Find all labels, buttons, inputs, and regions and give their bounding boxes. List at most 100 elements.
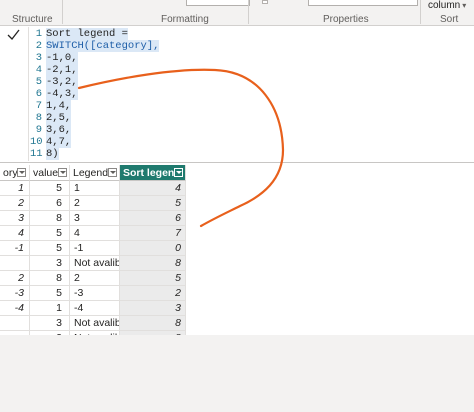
cell-category[interactable] <box>0 256 30 271</box>
formula-text: -2,1, <box>46 64 78 76</box>
line-number: 7 <box>35 100 42 112</box>
ribbon-format-dropdown[interactable] <box>186 0 250 6</box>
cell-category[interactable]: 3 <box>0 211 30 226</box>
cell-category[interactable]: -3 <box>0 286 30 301</box>
cell-legend[interactable]: 1 <box>70 181 120 196</box>
table-row: 2625 <box>0 196 186 211</box>
column-header-label: ory <box>3 167 18 179</box>
line-number: 10 <box>30 136 43 148</box>
table-row: -3 5 -3 2 <box>0 286 186 301</box>
line-number: 6 <box>35 88 42 100</box>
cell-legend[interactable]: Not avalible <box>70 256 120 271</box>
column-header-sort-legend[interactable]: Sort legend <box>120 165 186 181</box>
column-header-category[interactable]: ory <box>0 165 30 181</box>
line-number: 2 <box>35 40 42 52</box>
cell-legend[interactable]: Not avalible <box>70 316 120 331</box>
data-table: ory value Legend Sort legend 15142625383… <box>0 165 474 346</box>
column-header-legend[interactable]: Legend <box>70 165 120 181</box>
table-row: 1514 <box>0 181 186 196</box>
cell-value[interactable]: 3 <box>30 316 70 331</box>
cell-category[interactable]: -1 <box>0 241 30 256</box>
cell-legend[interactable]: 2 <box>70 271 120 286</box>
empty-canvas-area <box>0 335 474 412</box>
cell-sort-legend[interactable]: 8 <box>120 256 186 271</box>
cell-sort-legend[interactable]: 7 <box>120 226 186 241</box>
formula-text: 1,4, <box>46 100 72 112</box>
formula-text: -1,0, <box>46 52 78 64</box>
formula-bar: 1 Sort legend = 2 SWITCH([category], 3 -1,0, 4… <box>0 27 474 163</box>
line-number: 1 <box>35 28 42 40</box>
table-row: -1 5 -1 0 <box>0 241 186 256</box>
cell-value[interactable]: 5 <box>30 286 70 301</box>
cell-category[interactable] <box>0 316 30 331</box>
column-header-value[interactable]: value <box>30 165 70 181</box>
column-header-label: Sort legend <box>123 167 181 179</box>
column-filter-dropdown-icon[interactable] <box>17 168 26 177</box>
table-row: 2825 <box>0 271 186 286</box>
ribbon-group-formatting: Formatting <box>161 14 209 25</box>
commit-formula-button[interactable] <box>0 27 26 43</box>
cell-category[interactable]: 2 <box>0 196 30 211</box>
table-row: 3Not avalible8 <box>0 316 186 331</box>
sort-by-column-button[interactable]: column ▾ <box>428 0 466 11</box>
line-number: 11 <box>30 148 43 160</box>
column-filter-dropdown-icon[interactable] <box>174 168 183 177</box>
cell-value[interactable]: 8 <box>30 211 70 226</box>
column-filter-dropdown-icon[interactable] <box>58 168 67 177</box>
ribbon-separator <box>248 0 249 24</box>
ribbon-group-structure: Structure <box>12 14 53 25</box>
cell-category[interactable]: -4 <box>0 301 30 316</box>
cell-value[interactable]: 1 <box>30 301 70 316</box>
cell-legend[interactable]: 2 <box>70 196 120 211</box>
column-header-label: Legend <box>73 167 109 179</box>
check-icon <box>7 29 20 40</box>
ribbon: Structure Formatting Properties column ▾ … <box>0 0 474 26</box>
column-filter-dropdown-icon[interactable] <box>108 168 117 177</box>
sort-by-column-label: column <box>428 0 461 11</box>
formula-text: 4,7, <box>46 136 72 148</box>
cell-sort-legend[interactable]: 6 <box>120 211 186 226</box>
dax-formula-editor[interactable]: 1 Sort legend = 2 SWITCH([category], 3 -1,0, 4… <box>30 27 470 161</box>
cell-legend[interactable]: -1 <box>70 241 120 256</box>
line-number: 3 <box>35 52 42 64</box>
cell-value[interactable]: 5 <box>30 241 70 256</box>
cell-sort-legend[interactable]: 0 <box>120 241 186 256</box>
cell-sort-legend[interactable]: 5 <box>120 196 186 211</box>
ribbon-separator <box>420 0 421 24</box>
table-row: 3836 <box>0 211 186 226</box>
ribbon-properties-dropdown[interactable] <box>308 0 418 6</box>
cell-sort-legend[interactable]: 2 <box>120 286 186 301</box>
ribbon-separator <box>62 0 63 24</box>
formula-text: 2,5, <box>46 112 72 124</box>
chevron-down-icon: ▾ <box>462 1 467 10</box>
column-header-label: value <box>33 167 59 179</box>
cell-value[interactable]: 5 <box>30 181 70 196</box>
cell-value[interactable]: 5 <box>30 226 70 241</box>
editor-divider <box>28 27 29 161</box>
cell-category[interactable]: 4 <box>0 226 30 241</box>
cell-sort-legend[interactable]: 3 <box>120 301 186 316</box>
formula-text: 3,6, <box>46 124 72 136</box>
formula-text: SWITCH([category], <box>46 40 160 52</box>
ribbon-group-sort: Sort <box>440 14 459 25</box>
table-row: 4547 <box>0 226 186 241</box>
ribbon-group-properties: Properties <box>323 14 369 25</box>
cell-legend[interactable]: -3 <box>70 286 120 301</box>
line-number: 4 <box>35 64 42 76</box>
formula-text: -4,3, <box>46 88 78 100</box>
cell-value[interactable]: 3 <box>30 256 70 271</box>
cell-legend[interactable]: -4 <box>70 301 120 316</box>
formula-text: Sort legend = <box>46 28 128 40</box>
ribbon-checkbox[interactable] <box>262 0 268 4</box>
cell-sort-legend[interactable]: 4 <box>120 181 186 196</box>
cell-value[interactable]: 6 <box>30 196 70 211</box>
cell-sort-legend[interactable]: 8 <box>120 316 186 331</box>
cell-legend[interactable]: 3 <box>70 211 120 226</box>
cell-sort-legend[interactable]: 5 <box>120 271 186 286</box>
cell-category[interactable]: 2 <box>0 271 30 286</box>
cell-legend[interactable]: 4 <box>70 226 120 241</box>
formula-text: -3,2, <box>46 76 78 88</box>
cell-category[interactable]: 1 <box>0 181 30 196</box>
line-number: 8 <box>35 112 42 124</box>
cell-value[interactable]: 8 <box>30 271 70 286</box>
